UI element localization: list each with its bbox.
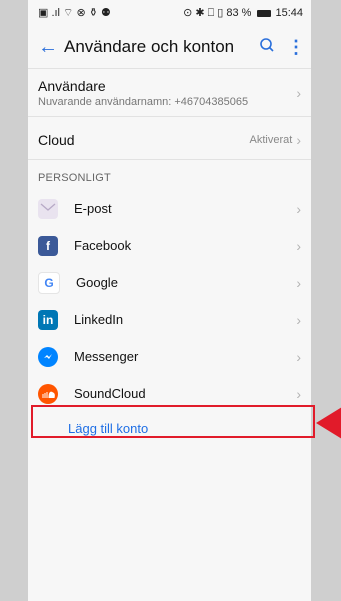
left-margin: [0, 0, 29, 601]
battery-icon: [257, 9, 272, 17]
cloud-row[interactable]: Cloud Aktiverat ›: [28, 121, 311, 160]
account-facebook[interactable]: f Facebook ›: [28, 227, 311, 264]
phone-screen: ▣ .ıl ⌔ ⊗ ⚱ ⚉ ⊙ ✱ ⎕ ▯ 83 % 15:44 ← Använ…: [28, 0, 311, 601]
google-icon: G: [38, 271, 60, 294]
cloud-label: Cloud: [38, 132, 75, 148]
user-row[interactable]: Användare Nuvarande användarnamn: +46704…: [28, 68, 311, 117]
account-email[interactable]: E-post ›: [28, 190, 311, 227]
right-margin: [310, 0, 341, 601]
cloud-status: Aktiverat: [249, 134, 293, 146]
status-right-icons: ⊙ ✱ ⎕ ▯ 83 %: [183, 7, 252, 19]
account-label: E-post: [74, 201, 112, 216]
highlight-box: [31, 405, 315, 438]
screenshot-frame: ▣ .ıl ⌔ ⊗ ⚱ ⚉ ⊙ ✱ ⎕ ▯ 83 % 15:44 ← Använ…: [0, 0, 341, 601]
status-bar: ▣ .ıl ⌔ ⊗ ⚱ ⚉ ⊙ ✱ ⎕ ▯ 83 % 15:44: [28, 0, 311, 26]
account-linkedin[interactable]: in LinkedIn ›: [28, 301, 311, 338]
chevron-right-icon: ›: [296, 311, 301, 328]
red-arrow-annotation: [316, 407, 341, 439]
account-label: LinkedIn: [74, 312, 124, 327]
status-right: ⊙ ✱ ⎕ ▯ 83 % 15:44: [183, 6, 303, 20]
facebook-icon: f: [38, 235, 58, 256]
messenger-icon: [38, 346, 58, 367]
account-google[interactable]: G Google ›: [28, 264, 311, 301]
app-bar: ← Användare och konton ⋮: [28, 26, 311, 68]
chevron-right-icon: ›: [296, 385, 301, 402]
account-label: Google: [76, 275, 118, 290]
account-messenger[interactable]: Messenger ›: [28, 338, 311, 375]
chevron-right-icon: ›: [296, 237, 301, 254]
account-label: Facebook: [74, 238, 132, 253]
user-text: Användare Nuvarande användarnamn: +46704…: [38, 78, 248, 108]
chevron-right-icon: ›: [296, 84, 301, 101]
linkedin-icon: in: [38, 309, 58, 330]
search-icon[interactable]: [259, 37, 275, 58]
user-title: Användare: [38, 77, 106, 94]
account-label: Messenger: [74, 349, 139, 364]
email-icon: [38, 198, 58, 219]
status-left: ▣ .ıl ⌔ ⊗ ⚱ ⚉: [38, 6, 111, 20]
account-label: SoundCloud: [74, 386, 146, 401]
status-time: 15:44: [275, 7, 303, 19]
chevron-right-icon: ›: [296, 348, 301, 365]
status-left-icons: ▣ .ıl ⌔ ⊗ ⚱ ⚉: [38, 7, 111, 19]
page-title: Användare och konton: [64, 37, 235, 56]
chevron-right-icon: ›: [296, 132, 301, 148]
chevron-right-icon: ›: [296, 200, 301, 217]
user-subtitle: Nuvarande användarnamn: +46704385065: [38, 95, 249, 108]
back-arrow-icon[interactable]: ←: [38, 36, 64, 59]
section-personal: PERSONLIGT: [38, 172, 111, 184]
more-vert-icon[interactable]: ⋮: [287, 37, 305, 58]
soundcloud-icon: [38, 383, 58, 404]
chevron-right-icon: ›: [296, 274, 301, 291]
